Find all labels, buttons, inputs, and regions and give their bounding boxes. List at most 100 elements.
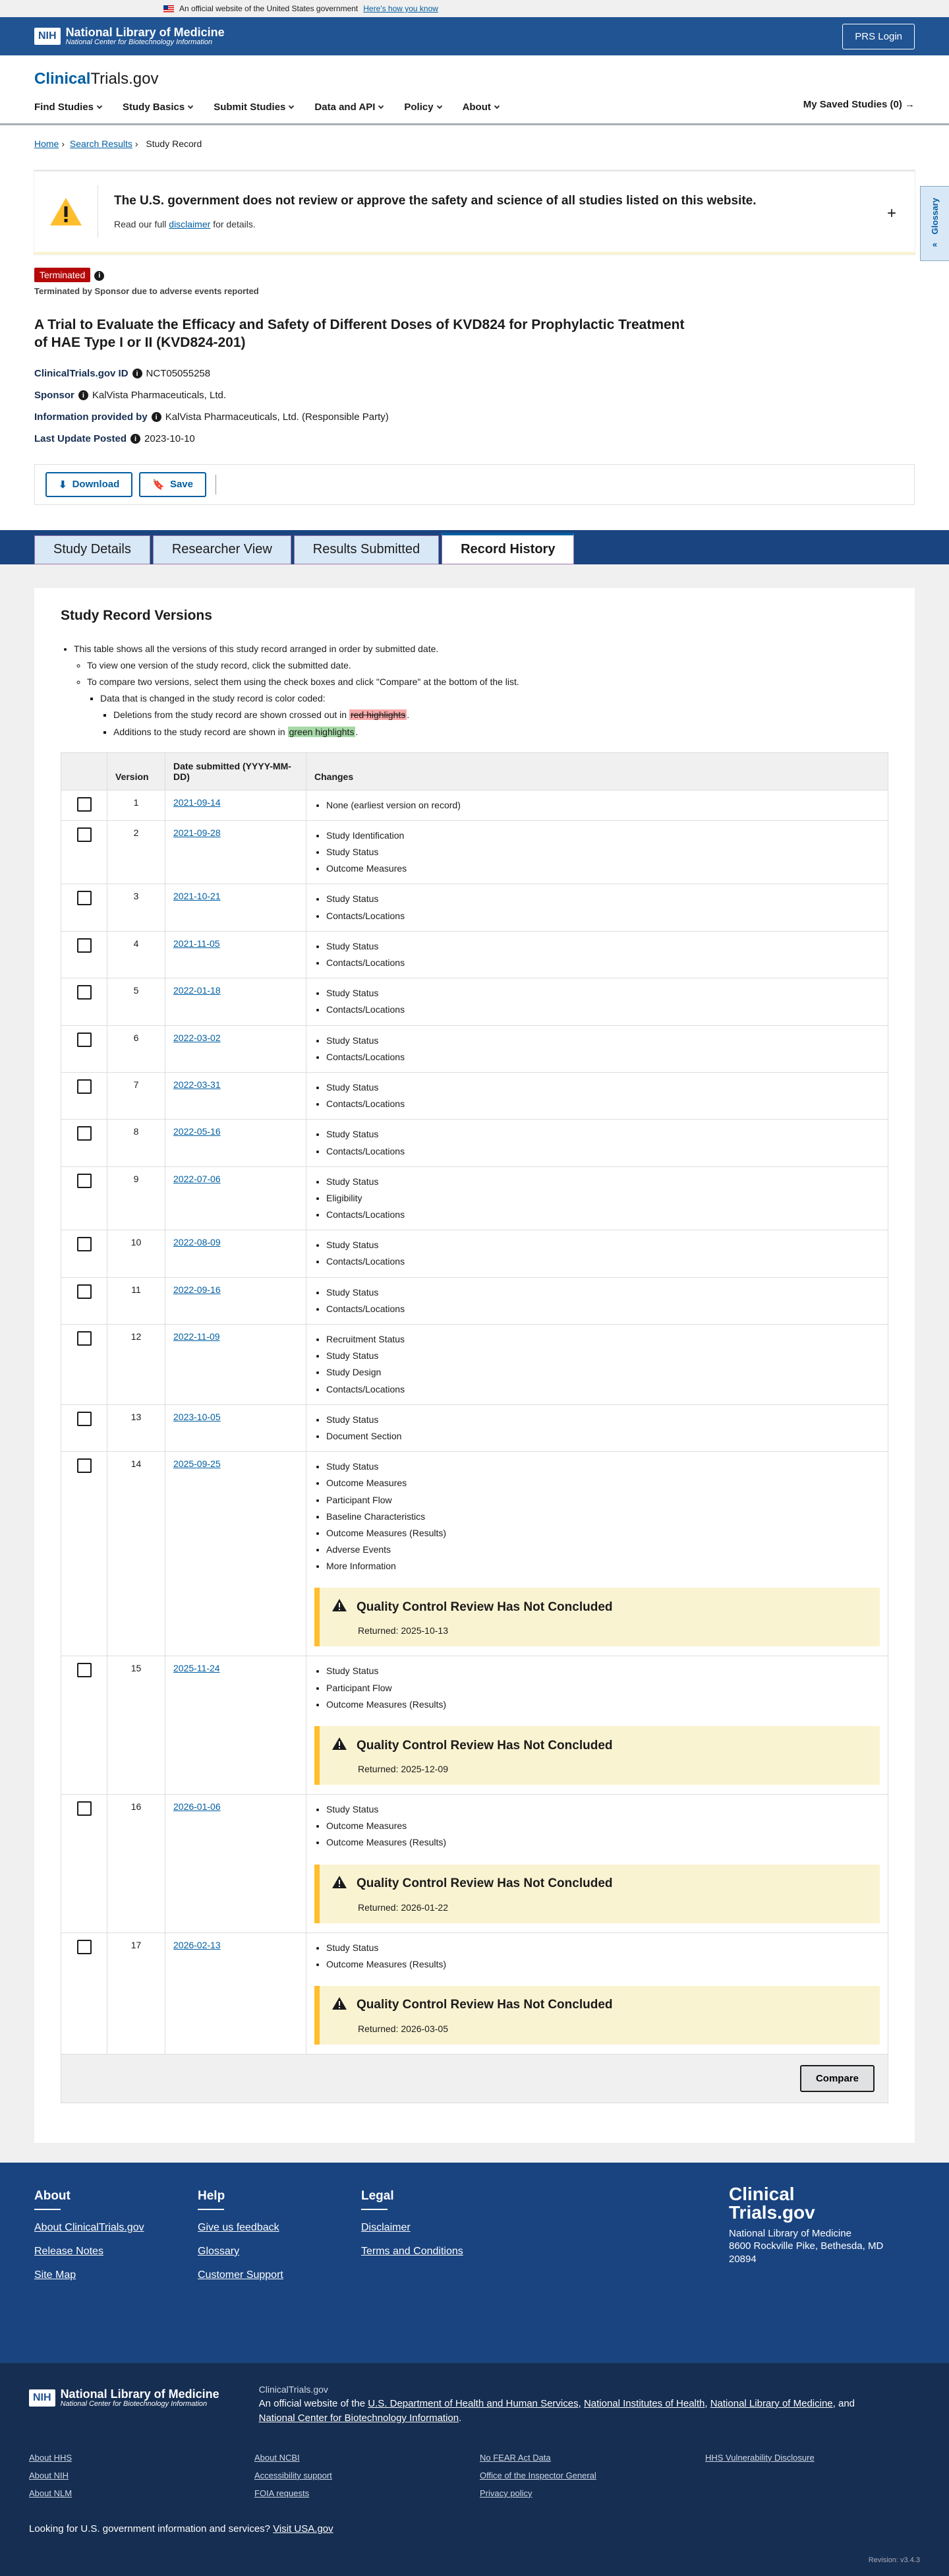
- version-date-link[interactable]: 2025-11-24: [173, 1663, 220, 1673]
- version-checkbox[interactable]: [76, 1331, 92, 1346]
- download-button[interactable]: ⬇ Download: [45, 471, 133, 497]
- footer-link[interactable]: Glossary: [198, 2246, 361, 2258]
- breadcrumb-home[interactable]: Home: [34, 138, 59, 149]
- version-checkbox[interactable]: [76, 1079, 92, 1094]
- version-date-link[interactable]: 2026-02-13: [173, 1940, 221, 1950]
- nlm-link[interactable]: National Library of Medicine: [710, 2398, 833, 2409]
- version-checkbox[interactable]: [76, 1939, 92, 1954]
- save-button[interactable]: 🔖 Save: [139, 471, 206, 497]
- footer-link[interactable]: Give us feedback: [198, 2222, 361, 2234]
- change-item: More Information: [326, 1558, 880, 1574]
- version-row: 142025-09-25Study StatusOutcome Measures…: [61, 1451, 888, 1657]
- version-checkbox[interactable]: [76, 827, 92, 842]
- compare-button[interactable]: Compare: [799, 2064, 875, 2092]
- tab-results-submitted[interactable]: Results Submitted: [293, 535, 440, 564]
- prs-login-button[interactable]: PRS Login: [842, 23, 915, 49]
- version-date-link[interactable]: 2022-11-09: [173, 1331, 220, 1342]
- divider: [198, 2208, 224, 2210]
- version-checkbox[interactable]: [76, 938, 92, 953]
- footer-link[interactable]: About ClinicalTrials.gov: [34, 2222, 198, 2234]
- usa-gov-link[interactable]: Visit USA.gov: [273, 2523, 333, 2534]
- footer-nlm-logo[interactable]: NIH National Library of Medicine National…: [29, 2388, 219, 2408]
- clinicaltrials-logo[interactable]: ClinicalTrials.gov: [34, 70, 915, 88]
- footer-link[interactable]: Terms and Conditions: [361, 2246, 525, 2258]
- nav-item-find-studies[interactable]: Find Studies: [34, 102, 103, 113]
- footer-bottom-link[interactable]: Accessibility support: [254, 2471, 480, 2480]
- version-checkbox[interactable]: [76, 1458, 92, 1474]
- info-icon[interactable]: i: [151, 412, 161, 423]
- how-you-know-link[interactable]: Here's how you know: [363, 4, 438, 13]
- version-checkbox[interactable]: [76, 1801, 92, 1816]
- breadcrumb: Home › Search Results › Study Record: [34, 138, 202, 149]
- footer-col-about: About About ClinicalTrials.gov Release Not…: [34, 2189, 198, 2337]
- version-date-link[interactable]: 2025-09-25: [173, 1458, 221, 1469]
- version-checkbox[interactable]: [76, 1173, 92, 1188]
- footer-bottom-link[interactable]: Office of the Inspector General: [480, 2471, 705, 2480]
- nav-item-data-and-api[interactable]: Data and API: [314, 102, 384, 113]
- version-date-link[interactable]: 2021-10-21: [173, 891, 221, 901]
- info-icon[interactable]: i: [94, 270, 105, 281]
- version-date-link[interactable]: 2022-08-09: [173, 1237, 221, 1247]
- footer-links: About HHS About NCBI No FEAR Act Data HHS V…: [29, 2453, 920, 2498]
- footer-link[interactable]: Release Notes: [34, 2246, 198, 2258]
- version-date-link[interactable]: 2022-01-18: [173, 985, 221, 996]
- footer-bottom-link[interactable]: About NIH: [29, 2471, 254, 2480]
- footer-link[interactable]: Site Map: [34, 2269, 198, 2281]
- expand-plus-icon[interactable]: +: [887, 204, 896, 223]
- my-saved-studies-link[interactable]: My Saved Studies (0) →: [803, 99, 915, 110]
- footer-bottom-link[interactable]: Privacy policy: [480, 2488, 705, 2498]
- tab-study-details[interactable]: Study Details: [34, 535, 150, 564]
- version-checkbox[interactable]: [76, 796, 92, 812]
- info-icon[interactable]: i: [130, 434, 141, 444]
- nav-item-submit-studies[interactable]: Submit Studies: [214, 102, 295, 113]
- version-checkbox[interactable]: [76, 1284, 92, 1299]
- version-date-link[interactable]: 2021-11-05: [173, 938, 220, 949]
- version-checkbox[interactable]: [76, 1126, 92, 1141]
- nlm-logo[interactable]: NIH National Library of Medicine National…: [34, 26, 225, 46]
- info-icon[interactable]: i: [78, 390, 88, 401]
- version-checkbox[interactable]: [76, 891, 92, 906]
- version-checkbox[interactable]: [76, 1032, 92, 1047]
- hhs-link[interactable]: U.S. Department of Health and Human Serv…: [368, 2398, 578, 2409]
- version-checkbox[interactable]: [76, 985, 92, 1000]
- version-date-link[interactable]: 2026-01-06: [173, 1801, 221, 1812]
- version-date-link[interactable]: 2023-10-05: [173, 1412, 221, 1422]
- version-date-link[interactable]: 2022-03-02: [173, 1033, 221, 1043]
- version-date-link[interactable]: 2022-07-06: [173, 1174, 221, 1184]
- version-date-link[interactable]: 2021-09-14: [173, 797, 221, 808]
- footer-link[interactable]: Customer Support: [198, 2269, 361, 2281]
- version-date-link[interactable]: 2022-09-16: [173, 1284, 221, 1295]
- info-icon[interactable]: i: [132, 369, 142, 379]
- change-item: Contacts/Locations: [326, 1207, 880, 1223]
- version-checkbox[interactable]: [76, 1663, 92, 1678]
- ncbi-link[interactable]: National Center for Biotechnology Inform…: [259, 2412, 459, 2424]
- footer-bottom-link[interactable]: FOIA requests: [254, 2488, 480, 2498]
- sponsor-row: Sponsor i KalVista Pharmaceuticals, Ltd.: [34, 389, 227, 401]
- footer-bottom-link[interactable]: No FEAR Act Data: [480, 2453, 705, 2463]
- tab-record-history[interactable]: Record History: [442, 532, 575, 564]
- footer-bottom-link[interactable]: About NLM: [29, 2488, 254, 2498]
- footer-link[interactable]: Disclaimer: [361, 2222, 525, 2234]
- glossary-toggle[interactable]: Glossary «: [920, 186, 949, 261]
- version-date-link[interactable]: 2022-05-16: [173, 1126, 221, 1137]
- breadcrumb-search-results[interactable]: Search Results: [70, 138, 132, 149]
- nav-item-about[interactable]: About: [463, 102, 500, 113]
- footer-bottom-link[interactable]: About NCBI: [254, 2453, 480, 2463]
- tab-researcher-view[interactable]: Researcher View: [152, 535, 291, 564]
- nav-item-policy[interactable]: Policy: [404, 102, 442, 113]
- termination-reason: Terminated by Sponsor due to adverse eve…: [34, 286, 259, 296]
- nih-link[interactable]: National Institutes of Health: [584, 2398, 705, 2409]
- qc-alert: Quality Control Review Has Not Concluded…: [314, 1864, 880, 1923]
- version-date-link[interactable]: 2021-09-28: [173, 827, 221, 838]
- version-date-link[interactable]: 2022-03-31: [173, 1079, 221, 1090]
- footer-bottom-link[interactable]: About HHS: [29, 2453, 254, 2463]
- version-changes: Study IdentificationStudy StatusOutcome …: [306, 820, 888, 885]
- chevron-down-icon: [378, 103, 384, 109]
- version-checkbox[interactable]: [76, 1411, 92, 1426]
- footer-bottom-link[interactable]: HHS Vulnerability Disclosure: [705, 2453, 931, 2463]
- disclaimer-link[interactable]: disclaimer: [169, 219, 210, 229]
- change-item: Participant Flow: [326, 1492, 880, 1509]
- nav-item-study-basics[interactable]: Study Basics: [123, 102, 194, 113]
- version-checkbox[interactable]: [76, 1237, 92, 1252]
- change-item: Contacts/Locations: [326, 908, 880, 924]
